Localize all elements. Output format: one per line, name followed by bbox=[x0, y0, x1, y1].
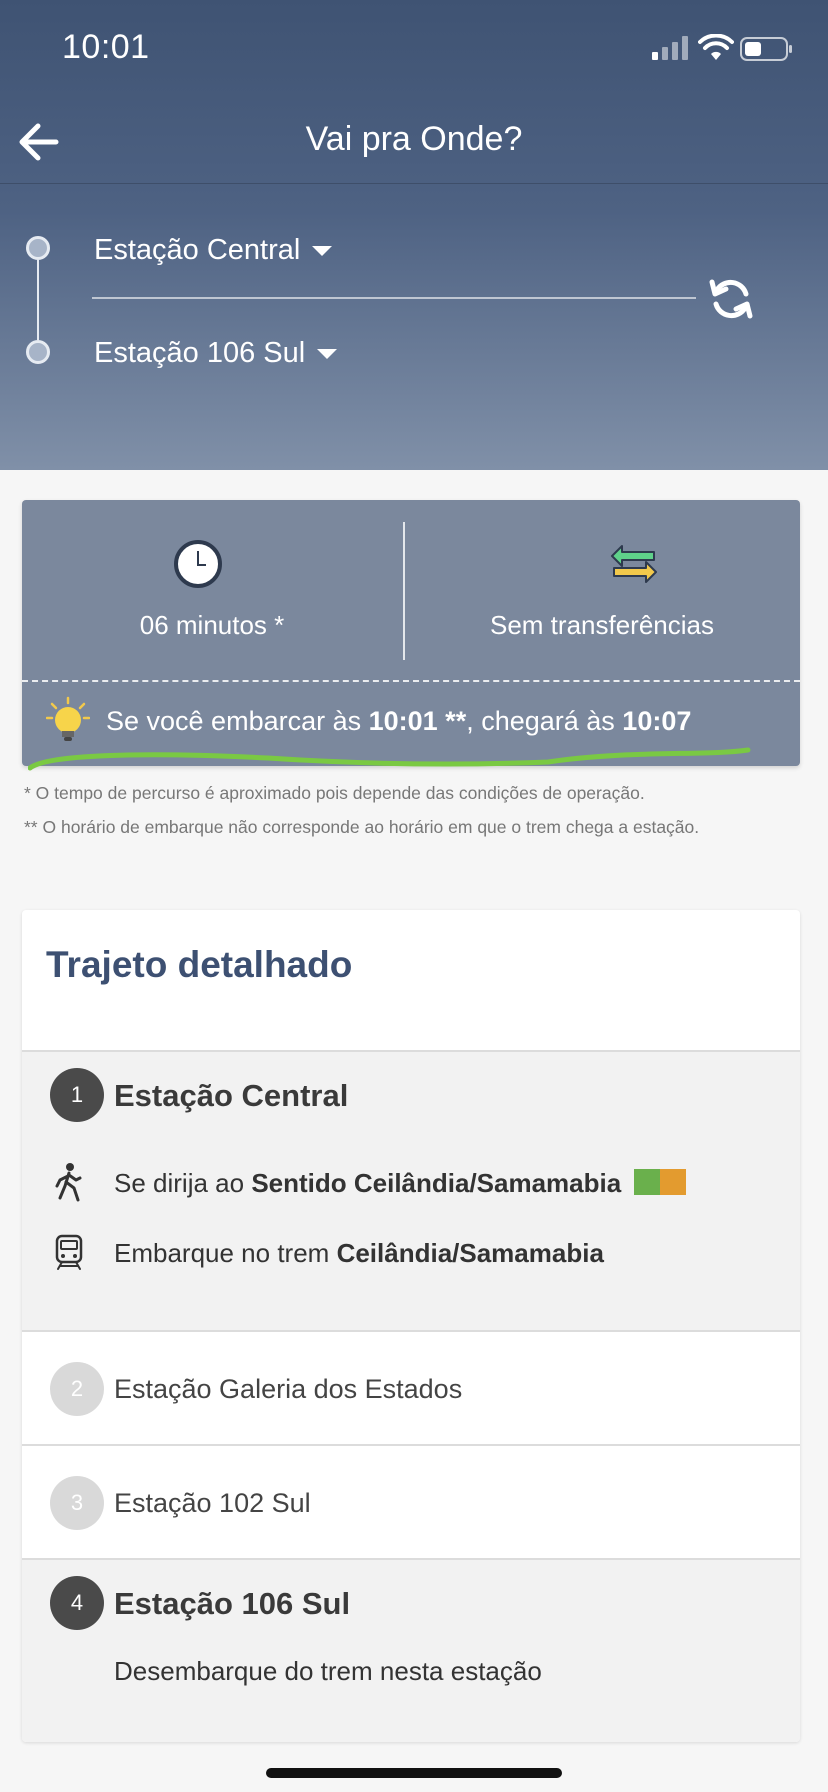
route-line bbox=[37, 260, 39, 340]
embark-prefix: Se você embarcar às bbox=[106, 706, 369, 736]
wifi-icon bbox=[698, 34, 734, 60]
transfers-label: Sem transferências bbox=[490, 610, 714, 640]
chevron-down-icon bbox=[317, 349, 338, 360]
route-selector: Estação Central Estação 106 Sul bbox=[0, 184, 828, 470]
step-number-badge: 3 bbox=[50, 1476, 104, 1530]
step-4: 4 Estação 106 Sul Desembarque do trem ne… bbox=[22, 1558, 800, 1742]
status-time: 10:01 bbox=[62, 28, 150, 66]
home-indicator[interactable] bbox=[266, 1768, 562, 1778]
walk-prefix: Se dirija ao bbox=[114, 1168, 252, 1198]
signal-icon bbox=[652, 36, 688, 60]
clock-icon bbox=[174, 540, 222, 588]
swap-icon[interactable] bbox=[706, 274, 756, 324]
orange-line-chip bbox=[660, 1169, 687, 1195]
detailed-route-card: Trajeto detalhado 1 Estação Central Se d… bbox=[22, 910, 800, 1742]
walk-icon bbox=[55, 1163, 82, 1202]
transfer-icon bbox=[611, 545, 657, 583]
trip-summary-card: 06 minutos * Sem transferências Se você … bbox=[22, 500, 800, 766]
step-number-badge: 2 bbox=[50, 1362, 104, 1416]
embark-info: Se você embarcar às 10:01 **, chegará às… bbox=[106, 706, 691, 737]
highlight-annotation bbox=[28, 747, 751, 771]
detail-title: Trajeto detalhado bbox=[46, 944, 353, 985]
destination-station-label: Estação 106 Sul bbox=[94, 337, 306, 369]
page-title: Vai pra Onde? bbox=[305, 120, 523, 158]
alight-instruction: Desembarque do trem nesta estação bbox=[114, 1656, 542, 1686]
step-3: 3 Estação 102 Sul bbox=[22, 1444, 800, 1558]
walk-instruction: Se dirija ao Sentido Ceilândia/Samamabia bbox=[114, 1168, 687, 1199]
step-number-badge: 1 bbox=[50, 1068, 104, 1122]
footnotes: * O tempo de percurso é aproximado pois … bbox=[24, 776, 699, 844]
embark-mid: , chegará às bbox=[466, 706, 623, 736]
status-bar: 10:01 bbox=[0, 0, 828, 100]
train-icon bbox=[55, 1234, 83, 1270]
divider bbox=[92, 297, 696, 299]
walk-direction: Sentido Ceilândia/Samamabia bbox=[251, 1168, 622, 1198]
transfers-section: Sem transferências bbox=[404, 500, 800, 668]
origin-station-dropdown[interactable]: Estação Central bbox=[94, 234, 333, 267]
arrival-time: 10:07 bbox=[622, 706, 692, 736]
origin-station-label: Estação Central bbox=[94, 234, 301, 266]
lightbulb-icon bbox=[46, 696, 90, 741]
footnote-1: * O tempo de percurso é aproximado pois … bbox=[24, 783, 645, 803]
battery-icon bbox=[740, 37, 792, 61]
destination-station-dropdown[interactable]: Estação 106 Sul bbox=[94, 337, 338, 370]
step-station-name: Estação Galeria dos Estados bbox=[114, 1374, 463, 1404]
step-station-name: Estação 102 Sul bbox=[114, 1488, 311, 1518]
duration-label: 06 minutos * bbox=[139, 610, 285, 640]
board-instruction: Embarque no trem Ceilândia/Samamabia bbox=[114, 1238, 604, 1269]
duration-section: 06 minutos * bbox=[22, 500, 402, 668]
step-station-name: Estação Central bbox=[114, 1078, 349, 1113]
footnote-2: ** O horário de embarque não corresponde… bbox=[24, 817, 700, 837]
destination-dot bbox=[26, 340, 50, 364]
board-prefix: Embarque no trem bbox=[114, 1238, 337, 1268]
step-2: 2 Estação Galeria dos Estados bbox=[22, 1330, 800, 1444]
green-line-chip bbox=[634, 1169, 661, 1195]
chevron-down-icon bbox=[312, 246, 333, 257]
origin-dot bbox=[26, 236, 50, 260]
step-station-name: Estação 106 Sul bbox=[114, 1586, 351, 1621]
train-direction: Ceilândia/Samamabia bbox=[336, 1238, 604, 1268]
embark-time: 10:01 ** bbox=[368, 706, 467, 736]
step-1: 1 Estação Central Se dirija ao Sentido C… bbox=[22, 1050, 800, 1330]
nav-bar: Vai pra Onde? bbox=[0, 100, 828, 184]
step-number-badge: 4 bbox=[50, 1576, 104, 1630]
dashed-divider bbox=[22, 680, 800, 682]
